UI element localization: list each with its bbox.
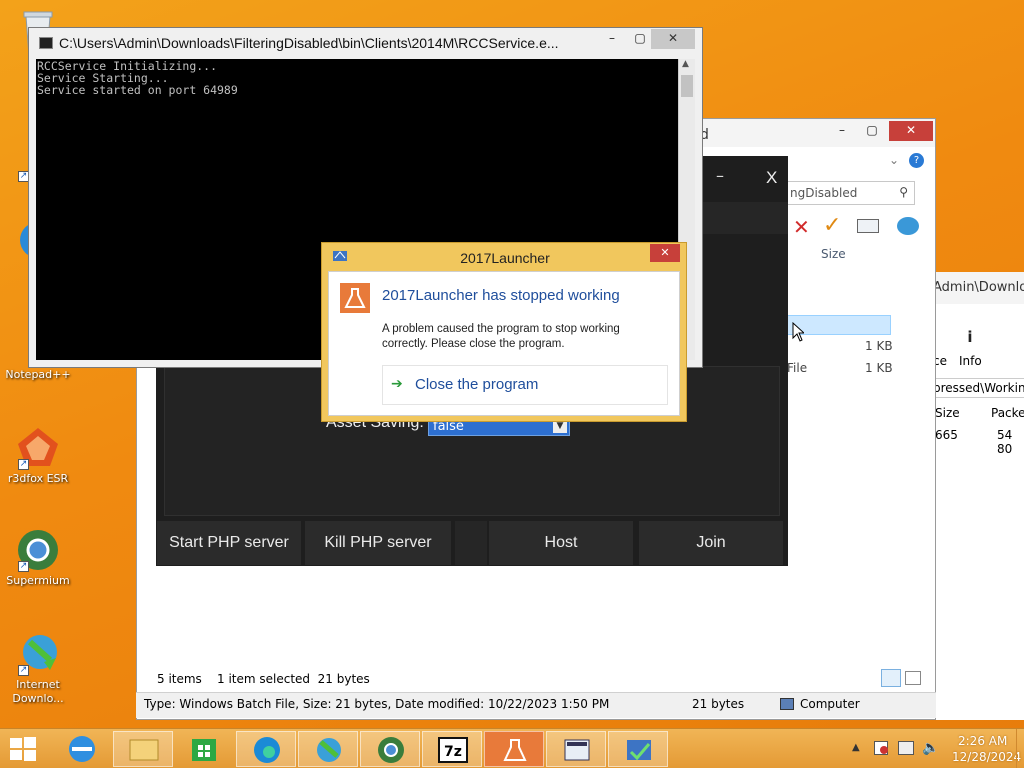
taskbar-ie-icon[interactable]	[52, 731, 112, 767]
info-button-label[interactable]: Info	[959, 354, 982, 368]
search-field[interactable]: ngDisabled ⚲	[787, 181, 915, 205]
launcher-spacer	[455, 521, 487, 565]
supermium-icon: ↗	[16, 528, 60, 572]
taskbar: 7z ▲ 🔈 2:26 AM 12/28/2024	[0, 728, 1024, 768]
file-size: 1 KB	[865, 361, 893, 375]
taskbar-idm-icon[interactable]	[298, 731, 358, 767]
scroll-thumb[interactable]	[681, 75, 693, 97]
large-icons-view-button[interactable]	[905, 671, 921, 685]
file-size: 1 KB	[865, 339, 893, 353]
network-icon[interactable]	[898, 741, 914, 755]
green-arrow-icon: ➔	[391, 376, 403, 392]
join-button[interactable]: Join	[639, 521, 783, 565]
launcher-flask-icon	[340, 283, 370, 313]
taskbar-supermium-icon[interactable]	[360, 731, 420, 767]
taskbar-store-icon[interactable]	[174, 731, 234, 767]
search-icon[interactable]: ⚲	[899, 185, 908, 199]
taskbar-console-icon[interactable]	[546, 731, 606, 767]
column-header-size[interactable]: Size	[821, 247, 846, 261]
launcher-minimize-button[interactable]: –	[716, 166, 724, 185]
launcher-close-button[interactable]: X	[766, 168, 777, 188]
clock-date[interactable]: 12/28/2024	[952, 750, 1021, 764]
action-center-flag-icon[interactable]	[874, 741, 888, 755]
status-item-count: 5 items	[157, 672, 202, 686]
start-php-server-button[interactable]: Start PHP server	[157, 521, 301, 565]
archive-col-packed[interactable]: Packe	[991, 406, 1024, 420]
taskbar-edge-icon[interactable]	[236, 731, 296, 767]
taskbar-7zip-icon[interactable]: 7z	[422, 731, 482, 767]
details-bar: Type: Windows Batch File, Size: 21 bytes…	[136, 692, 936, 718]
minimize-button[interactable]: –	[829, 121, 855, 141]
console-title: C:\Users\Admin\Downloads\FilteringDisabl…	[59, 35, 559, 51]
desktop-icon-supermium[interactable]: ↗ Supermium	[2, 528, 74, 587]
taskbar-error-reporting-icon[interactable]	[608, 731, 668, 767]
properties-icon[interactable]	[897, 217, 919, 235]
computer-icon	[780, 698, 794, 710]
show-hidden-icons-icon[interactable]: ▲	[852, 742, 860, 753]
archive-row-packed: 54 80	[997, 428, 1013, 456]
dialog-close-button[interactable]: ✕	[650, 244, 680, 262]
details-location: Computer	[800, 697, 860, 711]
details-size: 21 bytes	[692, 697, 745, 711]
idm-icon: ↗	[16, 632, 60, 676]
close-button[interactable]: ✕	[651, 29, 695, 49]
mouse-cursor-icon	[792, 321, 806, 345]
chevron-down-icon[interactable]: ⌄	[889, 153, 899, 167]
archive-col-size[interactable]: Size	[935, 406, 960, 420]
archive-window[interactable]: Admin\Downlo ce i Info pressed\Working S…	[932, 272, 1024, 720]
svg-text:7z: 7z	[444, 744, 462, 760]
file-type: File	[787, 361, 808, 375]
dialog-content: 2017Launcher has stopped working A probl…	[328, 271, 680, 416]
archive-path-field[interactable]: pressed\Working	[933, 378, 1024, 398]
maximize-button[interactable]: ▢	[859, 121, 885, 141]
close-button[interactable]: ✕	[889, 121, 933, 141]
archive-toolbar: ce i Info	[933, 308, 1024, 368]
close-the-program-button[interactable]: ➔ Close the program	[382, 365, 668, 405]
kill-php-server-button[interactable]: Kill PHP server	[305, 521, 451, 565]
dialog-heading: 2017Launcher has stopped working	[382, 287, 620, 304]
desktop-icon-label: Internet Downlo...	[12, 678, 64, 705]
volume-muted-icon[interactable]: 🔈	[922, 740, 939, 756]
archive-title: Admin\Downlo	[933, 280, 1024, 295]
desktop-icon-label: Notepad++	[5, 368, 71, 381]
help-icon[interactable]: ?	[909, 153, 924, 168]
error-dialog[interactable]: 2017Launcher ✕ 2017Launcher has stopped …	[321, 242, 687, 422]
desktop-icon-label: r3dfox ESR	[7, 472, 69, 485]
start-button[interactable]	[8, 735, 38, 763]
details-view-button[interactable]	[881, 669, 901, 687]
taskbar-explorer-icon[interactable]	[113, 731, 173, 767]
desktop-icon-idm[interactable]: ↗ Internet Downlo...	[2, 632, 74, 706]
info-icon[interactable]: i	[963, 328, 977, 346]
minimize-button[interactable]: –	[599, 29, 625, 49]
breadcrumb: ngDisabled	[790, 186, 858, 200]
archive-titlebar[interactable]: Admin\Downlo	[933, 272, 1024, 304]
archive-row-size: 665	[935, 428, 958, 442]
archive-path: pressed\Working	[933, 381, 1024, 395]
desktop-icon-r3dfox[interactable]: ↗ r3dfox ESR	[2, 426, 74, 485]
dialog-message: A problem caused the program to stop wor…	[382, 323, 620, 350]
clock-time[interactable]: 2:26 AM	[958, 734, 1007, 748]
details-text: Type: Windows Batch File, Size: 21 bytes…	[144, 697, 610, 711]
check-icon[interactable]: ✓	[823, 213, 841, 238]
console-app-icon	[39, 37, 53, 49]
desktop-icon-label: Supermium	[6, 574, 70, 587]
rename-icon[interactable]	[857, 219, 879, 233]
status-selection: 1 item selected 21 bytes	[217, 672, 370, 686]
taskbar-2017launcher-icon[interactable]	[484, 731, 544, 767]
r3dfox-icon: ↗	[16, 426, 60, 470]
delete-icon[interactable]: ✕	[793, 215, 810, 239]
show-desktop-button[interactable]	[1016, 729, 1024, 768]
close-the-program-label: Close the program	[415, 376, 539, 393]
dialog-title: 2017Launcher	[460, 250, 550, 266]
maximize-button[interactable]: ▢	[627, 29, 653, 49]
scroll-up-icon[interactable]: ▲	[682, 59, 689, 69]
host-button[interactable]: Host	[489, 521, 633, 565]
